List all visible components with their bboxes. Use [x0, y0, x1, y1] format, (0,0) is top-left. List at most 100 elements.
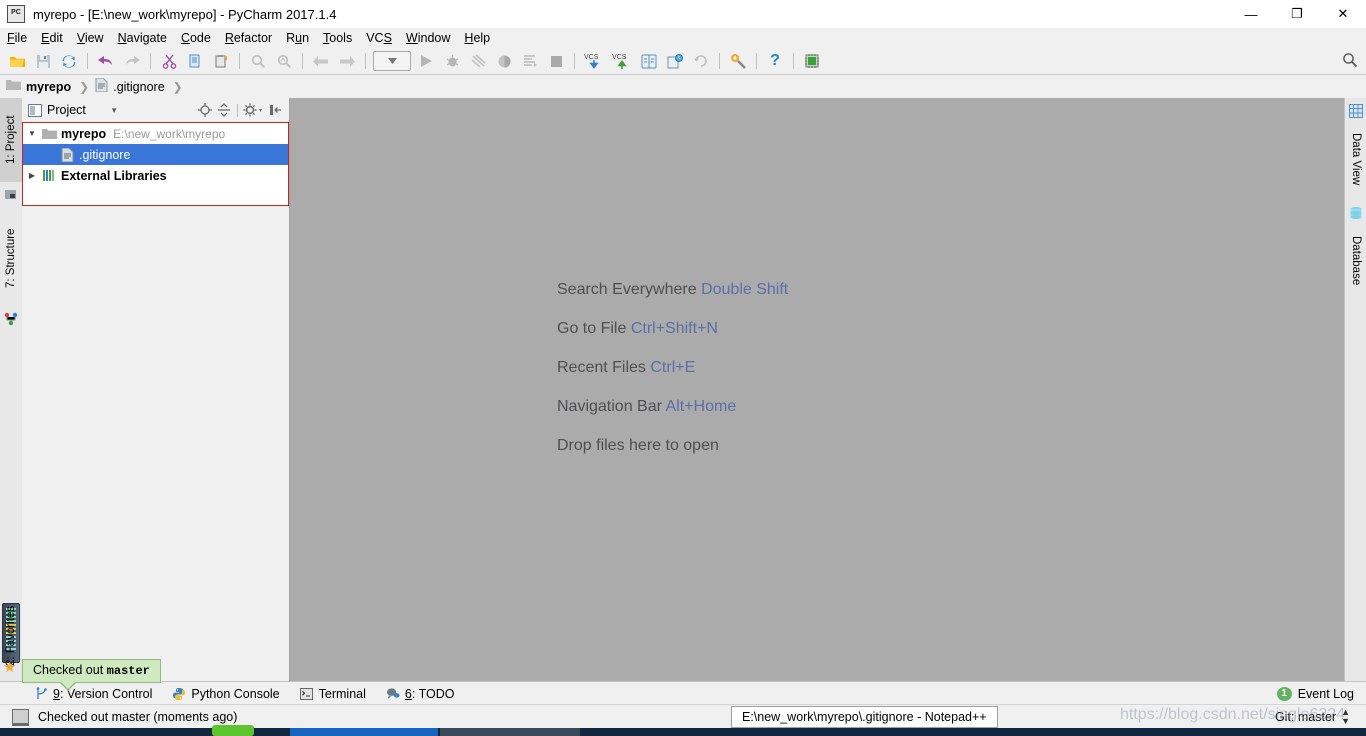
tree-node-external-libraries[interactable]: ▶ External Libraries [23, 165, 288, 186]
toolbar-separator [87, 53, 88, 69]
menu-view[interactable]: View [70, 29, 111, 47]
structure-icon [4, 312, 18, 326]
undo-icon[interactable] [94, 50, 118, 72]
branch-icon [34, 687, 48, 701]
main-toolbar: VCS VCS ? [0, 48, 1366, 75]
cut-icon[interactable] [157, 50, 181, 72]
event-log-label: Event Log [1297, 686, 1354, 701]
hint-go-to-file: Go to File Ctrl+Shift+N [557, 309, 788, 348]
twisty-collapsed-icon[interactable]: ▶ [23, 171, 41, 180]
status-bar-widget-icon[interactable] [12, 708, 29, 726]
menu-file[interactable]: File [0, 29, 34, 47]
collapse-all-icon[interactable] [214, 101, 233, 119]
menu-window[interactable]: Window [399, 29, 457, 47]
git-branch-widget[interactable]: Git: master ▲ ▼ [1275, 708, 1350, 726]
menu-help[interactable]: Help [457, 29, 497, 47]
redo-icon[interactable] [120, 50, 144, 72]
menu-code[interactable]: Code [174, 29, 218, 47]
tree-node-myrepo-label: myrepo [61, 126, 107, 141]
sidebar-tab-data-view[interactable]: Data View [1345, 122, 1366, 196]
project-tree-empty-area [22, 206, 289, 681]
coverage-icon[interactable] [466, 50, 490, 72]
copy-icon[interactable] [183, 50, 207, 72]
sidebar-tab-database-label: Database [1350, 236, 1362, 286]
chevron-down-icon[interactable]: ▾ [112, 105, 117, 116]
menu-edit[interactable]: Edit [34, 29, 70, 47]
editor-hints: Search Everywhere Double Shift Go to Fil… [557, 270, 788, 465]
maximize-icon[interactable]: ❐ [1274, 0, 1320, 28]
back-icon[interactable] [309, 50, 333, 72]
toolbar-separator [756, 53, 757, 69]
vcs-history-icon[interactable] [663, 50, 687, 72]
settings-wrench-icon[interactable] [726, 50, 750, 72]
menu-refactor[interactable]: Refactor [218, 29, 279, 47]
hint-recent-files-key: Ctrl+E [650, 359, 696, 376]
taskbar-item-active[interactable] [290, 728, 438, 736]
title-bar: PC myrepo - [E:\new_work\myrepo] - PyCha… [0, 0, 1366, 28]
svg-text:VCS: VCS [612, 54, 627, 61]
paste-icon[interactable] [209, 50, 233, 72]
save-chip-icon[interactable] [800, 50, 824, 72]
stop-icon[interactable] [544, 50, 568, 72]
menu-vcs[interactable]: VCS [359, 29, 399, 47]
libraries-icon [41, 169, 57, 183]
sync-refresh-icon[interactable] [57, 50, 81, 72]
crumb-gitignore[interactable]: .gitignore ❯ [89, 77, 183, 95]
search-icon[interactable] [1342, 52, 1358, 73]
minimize-icon[interactable]: — [1228, 0, 1274, 28]
run-console-icon[interactable] [518, 50, 542, 72]
sidebar-tab-structure[interactable]: 7: Structure [0, 208, 22, 308]
git-branch-caret-icon[interactable]: ▲ ▼ [1341, 708, 1350, 726]
hint-go-to-file-key: Ctrl+Shift+N [630, 320, 718, 337]
event-log-button[interactable]: 1 Event Log [1276, 682, 1354, 705]
project-panel-title: Project [47, 103, 86, 117]
replace-icon[interactable] [272, 50, 296, 72]
toolbar-separator [793, 53, 794, 69]
vcs-rollback-icon[interactable] [689, 50, 713, 72]
bottom-tab-python-console[interactable]: Python Console [162, 682, 289, 705]
sidebar-tab-project[interactable]: 1: Project [0, 98, 22, 182]
vcs-commit-icon[interactable]: VCS [609, 50, 635, 72]
terminal-icon [300, 687, 314, 701]
menu-run[interactable]: Run [279, 29, 316, 47]
settings-gear-icon[interactable] [242, 101, 266, 119]
bottom-tool-window-strip: 9: Version Control Python Console Termin… [0, 681, 1366, 705]
favorites-star-icon: ★ [3, 659, 17, 676]
python-icon [172, 687, 186, 701]
grid-icon [1349, 104, 1363, 118]
open-folder-icon[interactable] [5, 50, 29, 72]
find-icon[interactable] [246, 50, 270, 72]
profile-icon[interactable] [492, 50, 516, 72]
vcs-update-icon[interactable]: VCS [581, 50, 607, 72]
hide-panel-icon[interactable] [266, 101, 285, 119]
save-all-icon[interactable] [31, 50, 55, 72]
locate-target-icon[interactable] [195, 101, 214, 119]
bottom-tab-todo[interactable]: 6: TODO [376, 682, 465, 705]
sidebar-tab-database[interactable]: Database [1345, 224, 1366, 298]
toolbar-separator [239, 53, 240, 69]
run-config-dropdown[interactable] [373, 51, 411, 71]
toolbar-separator [302, 53, 303, 69]
pycharm-app-icon: PC [7, 5, 25, 23]
close-icon[interactable]: ✕ [1320, 0, 1366, 28]
vcs-diff-icon[interactable] [637, 50, 661, 72]
help-icon[interactable]: ? [763, 50, 787, 72]
forward-icon[interactable] [335, 50, 359, 72]
tree-node-myrepo[interactable]: ▼ myrepo E:\new_work\myrepo [23, 123, 288, 144]
sidebar-tab-data-view-label: Data View [1350, 132, 1362, 186]
project-window-icon [28, 103, 42, 117]
tree-node-gitignore[interactable]: .gitignore [23, 144, 288, 165]
hint-drop-files-text: Drop files here to open [557, 437, 719, 454]
hint-recent-files-text: Recent Files [557, 359, 646, 376]
menu-tools[interactable]: Tools [316, 29, 359, 47]
taskbar-item-green[interactable] [212, 725, 254, 736]
debug-icon[interactable] [440, 50, 464, 72]
bottom-tab-terminal[interactable]: Terminal [290, 682, 376, 705]
run-icon[interactable] [414, 50, 438, 72]
bottom-tab-version-control[interactable]: 9: Version Control [24, 682, 162, 705]
editor-empty-area[interactable]: Search Everywhere Double Shift Go to Fil… [290, 98, 1344, 681]
menu-navigate[interactable]: Navigate [111, 29, 174, 47]
twisty-expanded-icon[interactable]: ▼ [23, 129, 41, 138]
taskbar-item-secondary[interactable] [440, 728, 580, 736]
crumb-myrepo[interactable]: myrepo ❯ [0, 79, 89, 94]
